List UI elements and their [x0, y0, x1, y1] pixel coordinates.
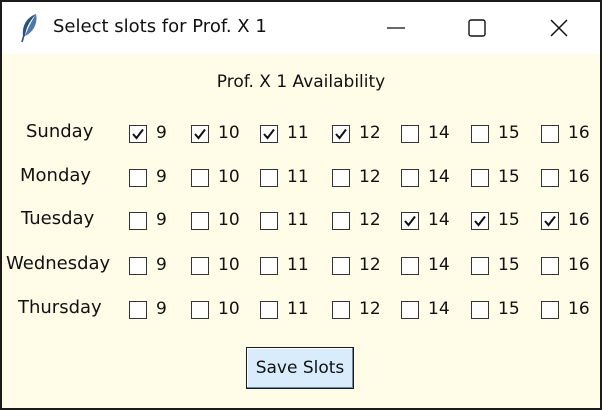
slot-label[interactable]: 9 — [156, 255, 167, 275]
slot-label[interactable]: 12 — [359, 299, 381, 319]
slot-label[interactable]: 16 — [568, 123, 590, 143]
slot-checkbox[interactable] — [471, 301, 489, 319]
checkmark-icon — [474, 215, 486, 227]
slot-label[interactable]: 14 — [428, 123, 450, 143]
maximize-icon — [468, 19, 486, 37]
slot-label[interactable]: 15 — [498, 210, 520, 230]
day-label-wednesday: Wednesday — [6, 253, 111, 274]
slot-checkbox[interactable] — [332, 257, 350, 275]
slot-checkbox[interactable] — [260, 212, 278, 230]
slot-label[interactable]: 15 — [498, 167, 520, 187]
slot-label[interactable]: 10 — [218, 255, 240, 275]
close-icon — [550, 19, 568, 37]
slot-checkbox[interactable] — [471, 257, 489, 275]
title-bar[interactable]: Select slots for Prof. X 1 — [2, 2, 600, 54]
slot-label[interactable]: 9 — [156, 299, 167, 319]
slot-label[interactable]: 10 — [218, 210, 240, 230]
slot-checkbox[interactable] — [471, 212, 489, 230]
slot-label[interactable]: 12 — [359, 255, 381, 275]
slot-label[interactable]: 16 — [568, 167, 590, 187]
slot-checkbox[interactable] — [129, 212, 147, 230]
slot-label[interactable]: 12 — [359, 210, 381, 230]
slot-label[interactable]: 15 — [498, 123, 520, 143]
slot-label[interactable]: 12 — [359, 167, 381, 187]
slot-label[interactable]: 14 — [428, 210, 450, 230]
slot-checkbox[interactable] — [401, 257, 419, 275]
slot-checkbox[interactable] — [260, 301, 278, 319]
slot-label[interactable]: 11 — [287, 123, 309, 143]
window-title: Select slots for Prof. X 1 — [53, 16, 267, 37]
slot-checkbox[interactable] — [332, 125, 350, 143]
checkmark-icon — [544, 215, 556, 227]
save-slots-button[interactable]: Save Slots — [246, 347, 354, 389]
slot-checkbox[interactable] — [191, 212, 209, 230]
slot-label[interactable]: 16 — [568, 255, 590, 275]
slot-label[interactable]: 9 — [156, 210, 167, 230]
slot-checkbox[interactable] — [471, 169, 489, 187]
slot-checkbox[interactable] — [541, 212, 559, 230]
slot-checkbox[interactable] — [129, 257, 147, 275]
slot-checkbox[interactable] — [401, 169, 419, 187]
minimize-icon — [387, 27, 405, 29]
maximize-button[interactable] — [455, 8, 499, 48]
checkmark-icon — [404, 215, 416, 227]
day-label-sunday: Sunday — [26, 121, 94, 142]
slot-label[interactable]: 11 — [287, 299, 309, 319]
slot-label[interactable]: 11 — [287, 167, 309, 187]
close-button[interactable] — [537, 8, 581, 48]
day-label-thursday: Thursday — [18, 297, 102, 318]
slot-checkbox[interactable] — [541, 301, 559, 319]
slot-label[interactable]: 10 — [218, 299, 240, 319]
slot-label[interactable]: 14 — [428, 167, 450, 187]
slot-label[interactable]: 16 — [568, 210, 590, 230]
slot-checkbox[interactable] — [401, 301, 419, 319]
slot-label[interactable]: 12 — [359, 123, 381, 143]
slot-checkbox[interactable] — [191, 169, 209, 187]
checkmark-icon — [132, 128, 144, 140]
slot-checkbox[interactable] — [332, 169, 350, 187]
slot-checkbox[interactable] — [129, 301, 147, 319]
slot-checkbox[interactable] — [260, 257, 278, 275]
minimize-button[interactable] — [374, 8, 418, 48]
slot-checkbox[interactable] — [471, 125, 489, 143]
checkmark-icon — [263, 128, 275, 140]
slot-label[interactable]: 14 — [428, 255, 450, 275]
checkmark-icon — [194, 128, 206, 140]
slot-checkbox[interactable] — [332, 301, 350, 319]
feather-icon — [16, 12, 44, 44]
slot-label[interactable]: 10 — [218, 167, 240, 187]
slot-checkbox[interactable] — [401, 125, 419, 143]
day-label-tuesday: Tuesday — [21, 208, 95, 229]
slot-label[interactable]: 11 — [287, 255, 309, 275]
day-label-monday: Monday — [20, 165, 92, 186]
slot-label[interactable]: 15 — [498, 255, 520, 275]
dialog-window: Select slots for Prof. X 1 Prof. X 1 Ava… — [0, 0, 602, 410]
slot-checkbox[interactable] — [541, 169, 559, 187]
slot-label[interactable]: 10 — [218, 123, 240, 143]
slot-label[interactable]: 9 — [156, 123, 167, 143]
slot-checkbox[interactable] — [129, 169, 147, 187]
slot-checkbox[interactable] — [191, 257, 209, 275]
availability-heading: Prof. X 1 Availability — [216, 72, 386, 92]
slot-label[interactable]: 16 — [568, 299, 590, 319]
slot-checkbox[interactable] — [129, 125, 147, 143]
slot-label[interactable]: 15 — [498, 299, 520, 319]
slot-checkbox[interactable] — [260, 125, 278, 143]
slot-checkbox[interactable] — [332, 212, 350, 230]
slot-checkbox[interactable] — [260, 169, 278, 187]
checkmark-icon — [335, 128, 347, 140]
slot-checkbox[interactable] — [401, 212, 419, 230]
slot-label[interactable]: 9 — [156, 167, 167, 187]
slot-label[interactable]: 11 — [287, 210, 309, 230]
slot-checkbox[interactable] — [541, 257, 559, 275]
slot-checkbox[interactable] — [541, 125, 559, 143]
slot-label[interactable]: 14 — [428, 299, 450, 319]
slot-checkbox[interactable] — [191, 125, 209, 143]
slot-checkbox[interactable] — [191, 301, 209, 319]
